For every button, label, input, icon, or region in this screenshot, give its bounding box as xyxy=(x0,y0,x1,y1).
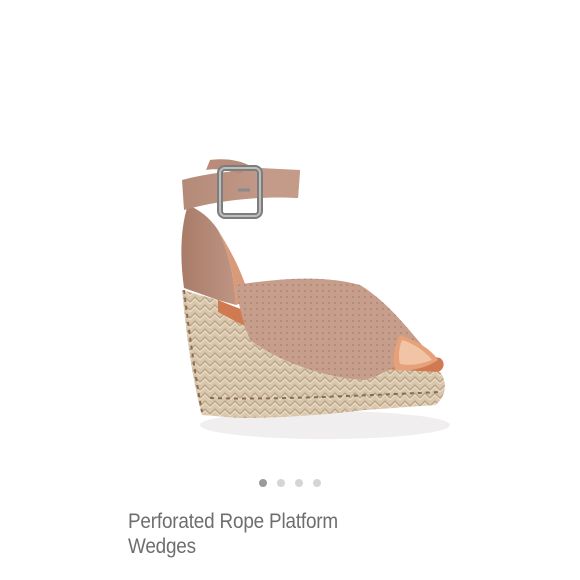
product-card: Perforated Rope Platform Wedges xyxy=(0,0,580,580)
product-title: Perforated Rope Platform Wedges xyxy=(128,510,338,558)
carousel-dot-2[interactable] xyxy=(277,479,285,487)
sandal-illustration xyxy=(181,159,450,439)
carousel-dot-4[interactable] xyxy=(313,479,321,487)
carousel-dot-3[interactable] xyxy=(295,479,303,487)
product-image[interactable] xyxy=(110,0,470,470)
carousel-dot-1[interactable] xyxy=(259,479,267,487)
carousel-indicator xyxy=(0,479,580,487)
